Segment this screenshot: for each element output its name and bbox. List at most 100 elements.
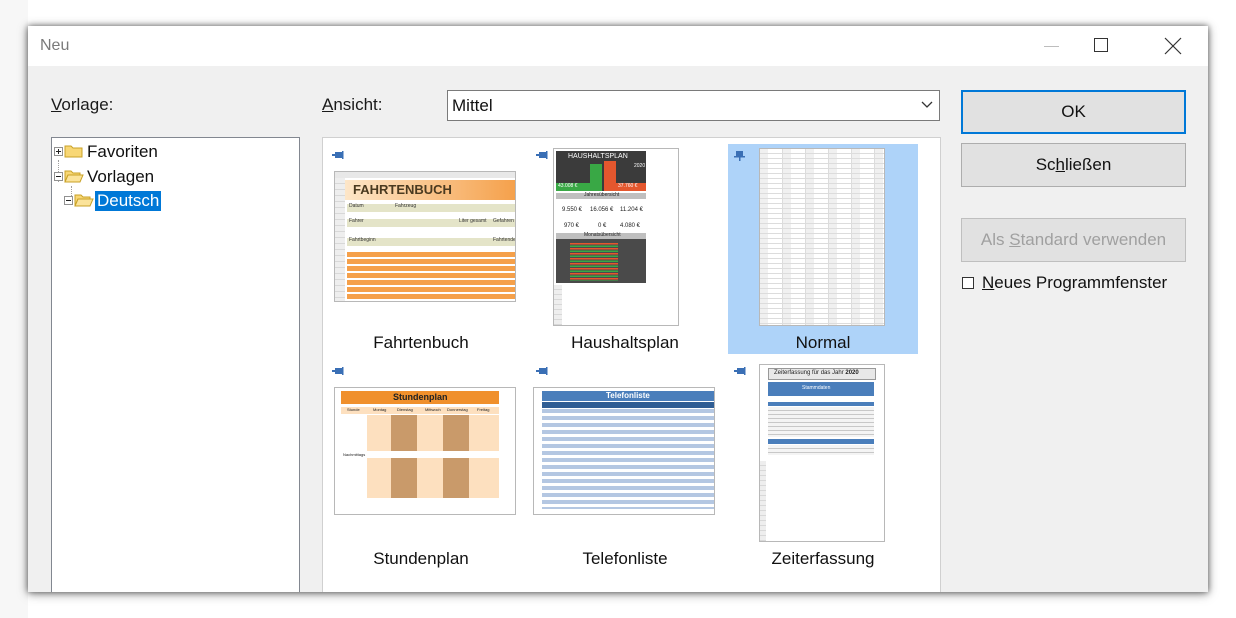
thumbnail-row-numbers	[554, 285, 562, 325]
thumbnail-day: Mittwoch	[425, 407, 441, 412]
close-button[interactable]	[1149, 26, 1195, 66]
thumbnail-field: Fahrzeug	[395, 203, 417, 209]
thumbnail-year: 2020	[845, 370, 859, 376]
template-name: Haushaltsplan	[571, 333, 679, 352]
template-thumbnail: FAHRTENBUCH Datum Fahrzeug Fahrer Liter …	[334, 171, 516, 302]
folder-open-icon	[64, 170, 84, 183]
thumbnail-blue-row	[768, 402, 874, 406]
template-tile-zeiterfassung[interactable]: Zeiterfassung für das Jahr 2020 Stammdat…	[728, 360, 918, 570]
thumbnail-value: 16.056 €	[590, 207, 614, 213]
template-tile-stundenplan[interactable]: Stundenplan Stunde Montag Dienstag Mittw…	[326, 360, 516, 570]
thumbnail-value: 4.080 €	[620, 223, 641, 229]
thumbnail-chart-bars	[570, 243, 618, 281]
template-gallery[interactable]: FAHRTENBUCH Datum Fahrzeug Fahrer Liter …	[322, 137, 941, 592]
thumbnail-field: Fahrtende	[493, 237, 516, 243]
pin-icon[interactable]	[536, 366, 550, 376]
thumbnail-section: Stammdaten	[802, 385, 831, 391]
template-thumbnail: HAUSHALTSPLAN 2020 43.008 € 37.760 € Jah…	[553, 148, 679, 326]
thumbnail-header-row	[335, 172, 515, 178]
tree-item-deutsch[interactable]: Deutsch	[64, 190, 294, 212]
folder-closed-icon	[64, 145, 83, 158]
close-dialog-button[interactable]: Schließen	[961, 143, 1186, 187]
template-name: Fahrtenbuch	[373, 333, 469, 352]
thumbnail-day: Donnerstag	[447, 407, 468, 412]
thumbnail-stripes	[542, 409, 714, 509]
thumbnail-form-rows	[768, 445, 874, 455]
close-icon	[1164, 37, 1182, 55]
dialog-title: Neu	[40, 37, 70, 54]
template-tree[interactable]: Favoriten Vorlagen Deutsch	[51, 137, 300, 592]
expand-icon[interactable]	[54, 147, 63, 156]
thumbnail-day: Freitag	[477, 407, 490, 412]
view-label-text: nsicht:	[333, 95, 383, 114]
template-thumbnail	[759, 148, 885, 326]
thumbnail-value: 0 €	[598, 223, 607, 229]
thumbnail-field: Gefahren	[493, 218, 514, 224]
thumbnail-row-numbers	[335, 178, 345, 301]
template-label-text: orlage:	[61, 95, 114, 114]
tree-item-label: Vorlagen	[87, 167, 155, 186]
tree-item-favoriten[interactable]: Favoriten	[54, 141, 294, 163]
template-tile-telefonliste[interactable]: Telefonliste Telefonliste	[530, 360, 720, 570]
thumbnail-day: Dienstag	[397, 407, 413, 412]
pin-icon[interactable]	[536, 150, 550, 160]
thumbnail-title: Zeiterfassung für das Jahr 2020	[774, 370, 859, 376]
thumbnail-section-title: Jahresübersicht	[584, 192, 620, 198]
thumbnail-title: Stundenplan	[393, 392, 448, 402]
background-edge	[0, 0, 28, 618]
new-window-label[interactable]: Neues Programmfenster	[982, 273, 1167, 293]
template-tile-haushaltsplan[interactable]: HAUSHALTSPLAN 2020 43.008 € 37.760 € Jah…	[530, 144, 720, 354]
tree-item-label: Deutsch	[95, 191, 162, 211]
template-label: Vorlage:	[51, 95, 113, 115]
pin-icon[interactable]	[332, 366, 346, 376]
thumbnail-green-bar	[590, 164, 602, 191]
button-accesskey: S	[1009, 230, 1021, 249]
thumbnail-field: Fahrer	[349, 218, 364, 224]
thumbnail-field: Datum	[349, 203, 364, 209]
thumbnail-form-rows	[768, 407, 874, 437]
template-name: Telefonliste	[582, 549, 668, 568]
ok-button[interactable]: OK	[961, 90, 1186, 134]
view-label: Ansicht:	[322, 95, 382, 115]
thumbnail-title: Telefonliste	[606, 391, 650, 400]
template-name: Stundenplan	[373, 549, 469, 568]
thumbnail-blue-row	[768, 439, 874, 444]
thumbnail-year: 2020	[634, 163, 646, 169]
thumbnail-value: 43.008 €	[558, 183, 578, 189]
template-name: Zeiterfassung	[771, 549, 875, 568]
button-text: Sc	[1035, 155, 1056, 174]
thumbnail-title-text: Zeiterfassung für das Jahr	[774, 370, 844, 376]
button-accesskey: h	[1055, 155, 1065, 174]
template-tile-fahrtenbuch[interactable]: FAHRTENBUCH Datum Fahrzeug Fahrer Liter …	[326, 144, 516, 354]
pin-icon[interactable]	[332, 150, 346, 160]
button-text: tandard verwenden	[1020, 230, 1167, 249]
view-select[interactable]: Mittel	[447, 90, 940, 121]
set-default-button[interactable]: Als Standard verwenden	[961, 218, 1186, 262]
thumbnail-field: Fahrtbeginn	[349, 237, 376, 243]
view-label-accesskey: A	[322, 95, 334, 114]
thumbnail-value: 11.204 €	[620, 207, 643, 213]
maximize-button[interactable]	[1078, 26, 1124, 66]
button-text: ließen	[1065, 155, 1112, 174]
thumbnail-value: 970 €	[564, 223, 580, 229]
pin-icon[interactable]	[734, 150, 746, 162]
minimize-button[interactable]	[1028, 26, 1074, 66]
new-window-checkbox[interactable]	[962, 277, 974, 289]
thumbnail-title: HAUSHALTSPLAN	[568, 153, 628, 160]
thumbnail-row-numbers	[760, 461, 766, 541]
thumbnail-field: Liter gesamt	[459, 218, 487, 224]
thumbnail-title: FAHRTENBUCH	[353, 182, 452, 197]
template-tile-normal[interactable]: Normal	[728, 144, 918, 354]
tree-item-vorlagen[interactable]: Vorlagen	[54, 166, 294, 188]
thumbnail-section-title: Monatsübersicht	[584, 232, 621, 238]
chevron-down-icon	[921, 101, 933, 108]
thumbnail-header-row	[542, 402, 714, 408]
thumbnail-value: 37.760 €	[618, 183, 638, 189]
collapse-icon[interactable]	[54, 172, 63, 181]
thumbnail-day: Stunde	[347, 407, 360, 412]
folder-open-icon	[74, 194, 94, 207]
pin-icon[interactable]	[734, 366, 748, 376]
collapse-icon[interactable]	[64, 196, 73, 205]
button-text: Als	[980, 230, 1010, 249]
template-thumbnail: Stundenplan Stunde Montag Dienstag Mittw…	[334, 387, 516, 515]
